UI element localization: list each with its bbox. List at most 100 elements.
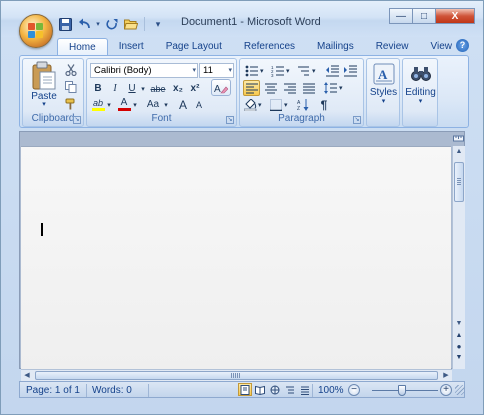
tab-references[interactable]: References (233, 38, 306, 56)
zoom-in-button[interactable]: + (440, 384, 452, 396)
tab-home[interactable]: Home (57, 38, 108, 56)
help-icon[interactable]: ? (456, 39, 469, 52)
sort-icon[interactable]: AZ (296, 97, 312, 112)
format-painter-icon[interactable] (63, 96, 79, 111)
customize-qat-icon[interactable]: ▾ (150, 16, 166, 32)
font-name-select[interactable]: Calibri (Body) ▾ (90, 63, 198, 78)
subscript-button[interactable]: x₂ (170, 81, 186, 96)
view-buttons (238, 383, 312, 396)
show-formatting-button[interactable]: ¶ (316, 97, 332, 112)
highlight-button[interactable]: ab (90, 97, 106, 112)
maximize-button[interactable]: □ (412, 8, 436, 24)
scroll-down-icon[interactable]: ▼ (453, 318, 465, 330)
align-center-button[interactable] (262, 80, 279, 96)
underline-dropdown-icon[interactable]: ▾ (140, 81, 146, 96)
editing-dropdown-icon: ▾ (418, 98, 423, 105)
save-icon[interactable] (57, 16, 73, 32)
multilevel-list-button[interactable]: ▾ (295, 63, 319, 78)
strikethrough-button[interactable]: abe (148, 81, 168, 96)
italic-button[interactable]: I (107, 81, 123, 96)
font-size-select[interactable]: 11 ▾ (199, 63, 234, 78)
document-page[interactable] (21, 146, 451, 369)
web-layout-icon[interactable] (268, 383, 282, 396)
scroll-up-icon[interactable]: ▲ (453, 146, 465, 158)
paste-dropdown-icon: ▾ (42, 101, 46, 108)
tab-review[interactable]: Review (365, 38, 420, 56)
increase-indent-icon[interactable] (342, 63, 358, 78)
draft-view-icon[interactable] (298, 383, 312, 396)
change-case-button[interactable]: Aa (143, 97, 163, 112)
zoom-out-button[interactable]: − (348, 384, 360, 396)
font-color-button[interactable]: A (116, 97, 132, 112)
editing-button[interactable]: Editing ▾ (404, 63, 437, 106)
bold-button[interactable]: B (90, 81, 106, 96)
font-color-dropdown-icon[interactable]: ▾ (132, 97, 138, 112)
paragraph-launcher-icon[interactable]: ↘ (353, 116, 361, 124)
word-count-status[interactable]: Words: 0 (92, 384, 132, 397)
svg-text:▾: ▾ (284, 102, 288, 109)
vertical-scrollbar[interactable]: ▲ ▼ ▲ ● ▼ (452, 146, 465, 369)
shading-button[interactable]: ▾ (243, 97, 265, 112)
resize-grip[interactable] (455, 385, 465, 395)
close-button[interactable]: X (435, 8, 475, 24)
bullets-button[interactable]: ▾ (243, 63, 267, 78)
superscript-button[interactable]: x² (187, 81, 203, 96)
scroll-left-icon[interactable]: ◀ (21, 370, 33, 381)
tab-page-layout[interactable]: Page Layout (155, 38, 233, 56)
page-count-status[interactable]: Page: 1 of 1 (26, 384, 80, 397)
tab-mailings[interactable]: Mailings (306, 38, 365, 56)
font-group: Calibri (Body) ▾ 11 ▾ B I U ▾ abe x₂ x² … (86, 58, 237, 127)
zoom-level[interactable]: 100% (318, 384, 344, 397)
font-launcher-icon[interactable]: ↘ (226, 116, 234, 124)
highlight-dropdown-icon[interactable]: ▾ (106, 97, 112, 112)
change-case-dropdown-icon[interactable]: ▾ (163, 97, 169, 112)
outline-view-icon[interactable] (283, 383, 297, 396)
copy-icon[interactable] (63, 79, 79, 94)
next-page-icon[interactable]: ▼ (453, 352, 465, 363)
horizontal-scrollbar[interactable]: ◀ ▶ (21, 369, 452, 381)
previous-page-icon[interactable]: ▲ (453, 330, 465, 341)
open-icon[interactable] (123, 16, 139, 32)
font-color-bar (117, 108, 131, 111)
zoom-slider-thumb[interactable] (398, 385, 406, 396)
horizontal-scroll-thumb[interactable] (35, 371, 438, 380)
shrink-font-button[interactable]: A (191, 97, 207, 112)
hthumb-grip (231, 373, 241, 378)
undo-icon[interactable] (76, 16, 92, 32)
decrease-indent-icon[interactable] (324, 63, 340, 78)
align-right-button[interactable] (281, 80, 298, 96)
svg-text:A: A (214, 84, 221, 94)
grow-font-button[interactable]: A (175, 97, 191, 112)
styles-button[interactable]: A Styles ▾ (368, 63, 399, 106)
minimize-button[interactable]: — (389, 8, 413, 24)
underline-button[interactable]: U (124, 81, 140, 96)
clear-formatting-button[interactable]: A (211, 79, 231, 96)
tab-insert[interactable]: Insert (108, 38, 155, 56)
vertical-scroll-thumb[interactable] (454, 162, 464, 202)
undo-dropdown-icon[interactable]: ▾ (95, 16, 101, 32)
styles-label: Styles (369, 87, 398, 98)
align-left-button[interactable] (243, 80, 260, 96)
view-ruler-icon[interactable] (453, 133, 465, 145)
font-name-value: Calibri (Body) (94, 65, 152, 76)
line-spacing-button[interactable]: ▾ (322, 80, 346, 96)
paste-button[interactable]: Paste ▾ (26, 61, 62, 108)
cut-icon[interactable] (63, 62, 79, 77)
office-button[interactable] (19, 14, 53, 48)
borders-button[interactable]: ▾ (269, 97, 291, 112)
scroll-right-icon[interactable]: ▶ (440, 370, 452, 381)
align-center-icon (264, 83, 277, 93)
align-left-icon (245, 83, 258, 93)
office-logo-icon (28, 23, 44, 39)
clipboard-launcher-icon[interactable]: ↘ (73, 116, 81, 124)
justify-button[interactable] (300, 80, 317, 96)
svg-text:3: 3 (271, 73, 274, 77)
word-window: ▾ ▾ Document1 - Microsoft Word — □ X Hom… (0, 0, 484, 415)
full-screen-reading-icon[interactable] (253, 383, 267, 396)
select-browse-object-icon[interactable]: ● (453, 341, 465, 352)
print-layout-icon[interactable] (238, 383, 252, 396)
title-bar: ▾ ▾ Document1 - Microsoft Word — □ X (1, 1, 483, 37)
redo-icon[interactable] (104, 16, 120, 32)
highlight-label: ab (92, 98, 103, 108)
numbering-button[interactable]: 1 2 3 ▾ (269, 63, 293, 78)
